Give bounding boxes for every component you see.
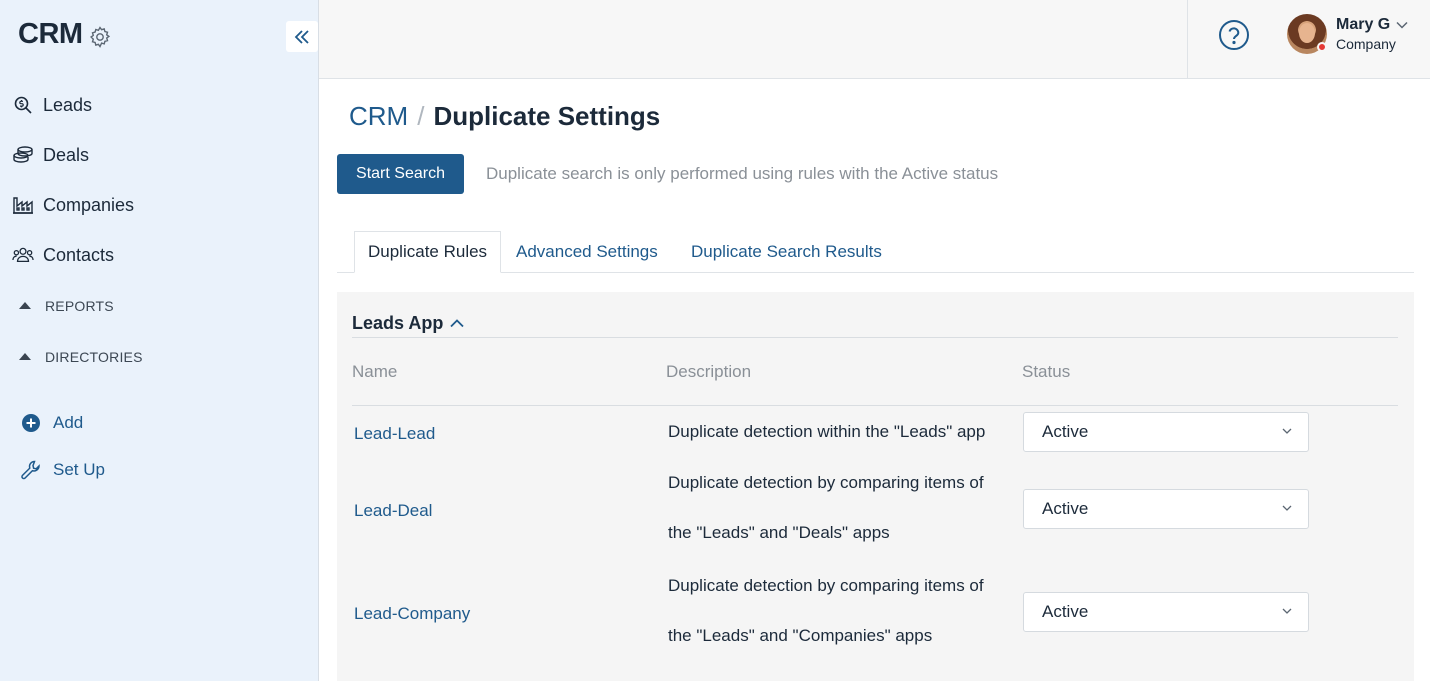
rule-link-lead-deal[interactable]: Lead-Deal (354, 501, 432, 521)
factory-icon (12, 194, 34, 216)
rule-description: Duplicate detection by comparing items o… (668, 473, 984, 542)
page-title: Duplicate Settings (433, 101, 661, 131)
chevron-down-icon (1282, 428, 1292, 434)
rule-link-lead-lead[interactable]: Lead-Lead (354, 424, 435, 444)
rule-description: Duplicate detection within the "Leads" a… (668, 422, 986, 441)
sidebar-section-label: DIRECTORIES (45, 348, 143, 365)
sidebar-item-label: Contacts (43, 244, 115, 265)
help-icon[interactable] (1218, 19, 1250, 51)
user-name: Mary G (1336, 16, 1408, 34)
app-title: CRM (18, 18, 83, 50)
sidebar-item-companies[interactable]: Companies (0, 180, 319, 230)
triangle-up-icon (19, 353, 31, 360)
sidebar-action-add[interactable]: Add (0, 399, 319, 446)
sidebar-item-contacts[interactable]: Contacts (0, 230, 319, 280)
column-header-status: Status (1022, 362, 1071, 381)
sidebar-item-label: Deals (43, 144, 90, 165)
search-dollar-icon (12, 94, 34, 116)
status-select-value: Active (1042, 499, 1089, 518)
sidebar-item-leads[interactable]: Leads (0, 80, 319, 130)
breadcrumb-separator: / (417, 101, 425, 131)
column-header-name: Name (352, 362, 398, 381)
breadcrumb-root-link[interactable]: CRM (349, 101, 408, 132)
sidebar-action-label: Set Up (53, 459, 105, 479)
start-search-button[interactable]: Start Search (337, 154, 464, 194)
coins-icon (12, 144, 34, 166)
tab-duplicate-rules[interactable]: Duplicate Rules (354, 231, 502, 273)
panel-title: Leads App (352, 313, 444, 333)
sidebar: CRM Leads Deals Companies Contacts REPOR… (0, 0, 319, 681)
collapse-sidebar-button[interactable] (286, 21, 318, 52)
rule-description: Duplicate detection by comparing items o… (668, 576, 984, 645)
plus-circle-icon (20, 412, 42, 434)
divider (352, 405, 1398, 406)
sidebar-section-reports[interactable]: REPORTS (0, 280, 319, 331)
status-select[interactable]: Active (1023, 489, 1309, 529)
user-company: Company (1336, 36, 1396, 52)
status-select[interactable]: Active (1023, 412, 1309, 452)
sidebar-item-deals[interactable]: Deals (0, 130, 319, 180)
chevron-down-icon (1282, 505, 1292, 511)
tab-duplicate-search-results[interactable]: Duplicate Search Results (691, 231, 882, 273)
gear-icon[interactable] (88, 25, 112, 49)
user-menu[interactable]: Mary G Company (1287, 14, 1408, 54)
status-select-value: Active (1042, 602, 1089, 621)
sidebar-action-setup[interactable]: Set Up (0, 446, 319, 493)
chevron-down-icon (1396, 21, 1408, 29)
double-chevron-left-icon (294, 29, 309, 44)
tab-bar: Duplicate Rules Advanced Settings Duplic… (337, 231, 1414, 273)
column-header-description: Description (666, 362, 752, 381)
chevron-up-icon (450, 319, 464, 328)
chevron-down-icon (1282, 608, 1292, 614)
sidebar-nav: Leads Deals Companies Contacts REPORTS D… (0, 80, 319, 493)
sidebar-action-label: Add (53, 412, 84, 432)
sidebar-item-label: Leads (43, 94, 93, 115)
wrench-icon (20, 459, 42, 481)
rule-link-lead-company[interactable]: Lead-Company (354, 604, 470, 624)
search-hint-text: Duplicate search is only performed using… (486, 164, 999, 183)
divider (352, 337, 1398, 338)
breadcrumb: CRM / Duplicate Settings (349, 101, 660, 132)
status-select[interactable]: Active (1023, 592, 1309, 632)
rules-panel: Leads App Name Description Status Lead-L… (337, 292, 1414, 681)
sidebar-item-label: Companies (43, 194, 135, 215)
status-select-value: Active (1042, 422, 1089, 441)
avatar (1287, 14, 1327, 54)
panel-title-toggle[interactable]: Leads App (352, 313, 464, 334)
brand: CRM (18, 18, 112, 51)
people-icon (12, 244, 34, 266)
sidebar-section-label: REPORTS (45, 297, 114, 314)
topbar: Mary G Company (319, 0, 1430, 79)
triangle-up-icon (19, 302, 31, 309)
status-dot (1317, 42, 1327, 52)
sidebar-section-directories[interactable]: DIRECTORIES (0, 331, 319, 382)
tab-advanced-settings[interactable]: Advanced Settings (516, 231, 658, 273)
topbar-divider (1187, 0, 1188, 78)
